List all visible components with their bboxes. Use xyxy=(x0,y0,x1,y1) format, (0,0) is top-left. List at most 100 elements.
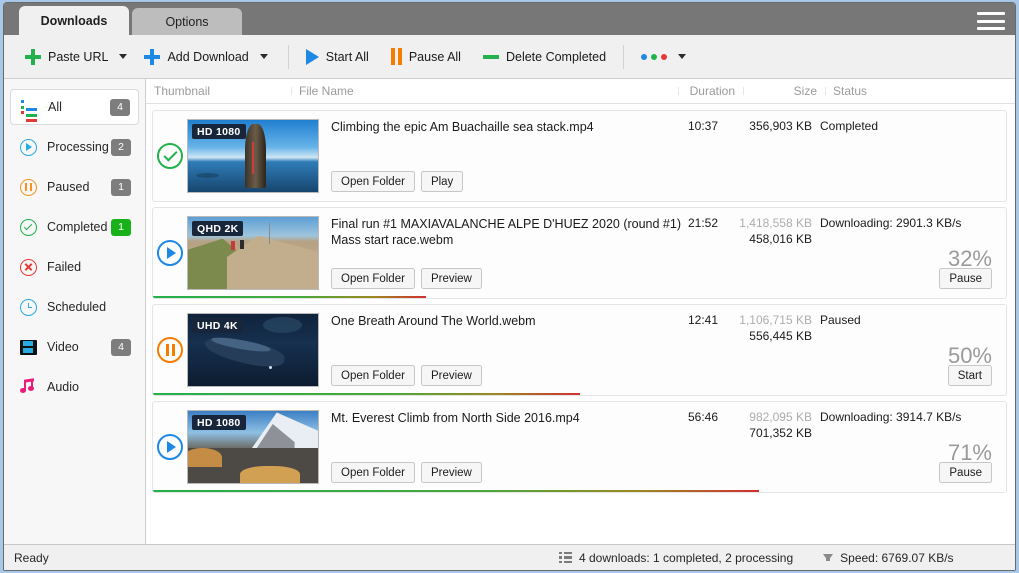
row-action-button[interactable]: Pause xyxy=(939,462,992,483)
sidebar-item-paused[interactable]: Paused 1 xyxy=(10,169,139,205)
status-text: Downloading: 3914.7 KB/s xyxy=(820,410,962,424)
more-options-dropdown-icon[interactable] xyxy=(674,43,690,71)
row-state-icon-cell xyxy=(153,305,187,395)
play-circle-icon xyxy=(18,137,38,157)
column-header-duration[interactable]: Duration xyxy=(678,84,743,98)
hamburger-line xyxy=(977,12,1005,15)
downloaded-size-value: 458,016 KB xyxy=(749,232,812,246)
more-options-button[interactable] xyxy=(634,42,674,72)
pause-all-button[interactable]: Pause All xyxy=(384,42,468,72)
list-icon xyxy=(19,97,39,122)
main-toolbar: Paste URL Add Download Start All Pause A… xyxy=(4,35,1015,79)
tab-options[interactable]: Options xyxy=(132,8,242,35)
row-button-group: Open Folder Preview xyxy=(331,365,482,386)
play-button[interactable]: Play xyxy=(420,171,464,192)
downloaded-size-value: 356,903 KB xyxy=(749,119,812,133)
progress-bar xyxy=(153,393,580,395)
sidebar-item-scheduled[interactable]: Scheduled xyxy=(10,289,139,325)
row-meta: 12:41 1,106,715 KB 556,445 KB Paused 50% Star… xyxy=(668,305,998,395)
open-folder-button[interactable]: Open Folder xyxy=(331,365,415,386)
paste-url-button[interactable]: Paste URL xyxy=(18,42,115,72)
open-folder-button[interactable]: Open Folder xyxy=(331,462,415,483)
add-download-dropdown-icon[interactable] xyxy=(256,43,272,71)
preview-button[interactable]: Preview xyxy=(420,462,482,483)
duration-value: 21:52 xyxy=(687,216,718,230)
row-button-group: Open Folder Preview xyxy=(331,462,482,483)
thumbnail[interactable]: UHD 4K xyxy=(187,313,319,387)
table-row[interactable]: HD 1080 Climbing the epic Am Buachaille s… xyxy=(152,110,1007,202)
sidebar-item-label: Paused xyxy=(47,180,90,194)
paste-url-dropdown-icon[interactable] xyxy=(115,43,131,71)
pause-all-label: Pause All xyxy=(408,49,461,64)
film-icon xyxy=(18,337,38,357)
sidebar-item-label: Failed xyxy=(47,260,82,274)
sidebar-item-count-badge: 4 xyxy=(110,98,130,116)
app-body: All 4 Processing 2 Paused 1 Completed 1 Failed Sc… xyxy=(4,79,1015,544)
file-name: Mt. Everest Climb from North Side 2016.m… xyxy=(331,411,580,425)
start-all-button[interactable]: Start All xyxy=(299,42,376,72)
row-button-group: Open Folder Play xyxy=(331,171,464,192)
table-row[interactable]: QHD 2K Final run #1 MAXIAVALANCHE ALPE D'… xyxy=(152,207,1007,299)
row-meta: 10:37 356,903 KB Completed xyxy=(668,111,998,201)
sidebar-item-count-badge: 2 xyxy=(111,138,131,156)
status-bar: Ready 4 downloads: 1 completed, 2 proces… xyxy=(4,544,1015,570)
plus-icon xyxy=(25,48,41,65)
preview-button[interactable]: Preview xyxy=(420,365,482,386)
file-name: Final run #1 MAXIAVALANCHE ALPE D'HUEZ 2… xyxy=(331,217,681,247)
add-download-button[interactable]: Add Download xyxy=(137,42,255,72)
total-size-value: 1,418,558 KB xyxy=(739,216,812,230)
row-action-button[interactable]: Pause xyxy=(939,268,992,289)
status-text: Paused xyxy=(820,313,861,327)
row-content: Climbing the epic Am Buachaille sea stac… xyxy=(319,111,1006,201)
sidebar-item-processing[interactable]: Processing 2 xyxy=(10,129,139,165)
open-folder-button[interactable]: Open Folder xyxy=(331,268,415,289)
thumbnail[interactable]: HD 1080 xyxy=(187,119,319,193)
hamburger-line xyxy=(977,19,1005,23)
check-circle-icon[interactable] xyxy=(157,143,183,169)
add-download-label: Add Download xyxy=(167,49,249,64)
row-action-button[interactable]: Start xyxy=(947,365,992,386)
status-downloads-group: 4 downloads: 1 completed, 2 processing xyxy=(559,551,793,565)
duration-value: 10:37 xyxy=(687,119,718,133)
sidebar-item-count-badge: 1 xyxy=(111,218,131,236)
column-header-thumbnail[interactable]: Thumbnail xyxy=(146,84,291,98)
column-header-file-name[interactable]: File Name xyxy=(291,84,678,98)
row-button-group: Open Folder Preview xyxy=(331,268,482,289)
pause-circle-icon[interactable] xyxy=(157,337,183,363)
sidebar-item-all[interactable]: All 4 xyxy=(10,89,139,125)
sidebar-item-failed[interactable]: Failed xyxy=(10,249,139,285)
table-row[interactable]: HD 1080 Mt. Everest Climb from North Side… xyxy=(152,401,1007,493)
play-circle-icon[interactable] xyxy=(157,240,183,266)
row-content: One Breath Around The World.webm Open Fol… xyxy=(319,305,1006,395)
hamburger-icon[interactable] xyxy=(977,11,1005,31)
duration-value: 12:41 xyxy=(687,313,718,327)
row-state-icon-cell xyxy=(153,111,187,201)
sidebar-item-count-badge: 4 xyxy=(111,338,131,356)
quality-badge: HD 1080 xyxy=(192,124,246,139)
sidebar-item-label: Completed xyxy=(47,220,108,234)
table-row[interactable]: UHD 4K One Breath Around The World.webm Op… xyxy=(152,304,1007,396)
toolbar-separator xyxy=(287,44,289,69)
sidebar-item-label: All xyxy=(48,100,62,114)
row-content: Mt. Everest Climb from North Side 2016.m… xyxy=(319,402,1006,492)
sidebar-item-audio[interactable]: Audio xyxy=(10,369,139,405)
column-header-status[interactable]: Status xyxy=(825,84,1015,98)
more-dots-icon xyxy=(641,53,668,60)
plus-icon xyxy=(144,48,161,65)
sidebar-item-completed[interactable]: Completed 1 xyxy=(10,209,139,245)
preview-button[interactable]: Preview xyxy=(420,268,482,289)
row-content: Final run #1 MAXIAVALANCHE ALPE D'HUEZ 2… xyxy=(319,208,1006,298)
delete-completed-button[interactable]: Delete Completed xyxy=(476,42,613,72)
tab-downloads[interactable]: Downloads xyxy=(19,6,129,35)
sidebar-item-label: Audio xyxy=(47,380,79,394)
column-header-size[interactable]: Size xyxy=(743,84,825,98)
thumbnail[interactable]: HD 1080 xyxy=(187,410,319,484)
thumbnail[interactable]: QHD 2K xyxy=(187,216,319,290)
sidebar-item-video[interactable]: Video 4 xyxy=(10,329,139,365)
pause-circle-icon xyxy=(18,177,38,197)
open-folder-button[interactable]: Open Folder xyxy=(331,171,415,192)
table-header: Thumbnail File Name Duration Size Status xyxy=(146,79,1015,104)
downloads-panel: Thumbnail File Name Duration Size Status… xyxy=(146,79,1015,544)
music-note-icon xyxy=(18,377,38,397)
play-circle-icon[interactable] xyxy=(157,434,183,460)
